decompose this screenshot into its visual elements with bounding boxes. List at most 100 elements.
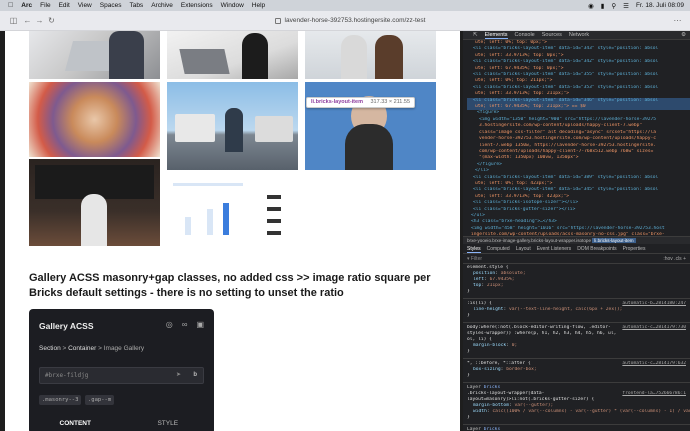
css-source-link[interactable]: automatic-b…2814180:247 (622, 301, 686, 307)
breadcrumb-path[interactable]: brxe-yooeio.brxe-image-gallery.bricks-la… (467, 238, 591, 243)
macos-menubar:  Arc File Edit View Spaces Tabs Archive… (0, 0, 690, 11)
css-rule-close[interactable]: } (467, 289, 690, 295)
devtools-tabs: ⇱ Elements Console Sources Network ⚙ (463, 31, 690, 40)
browser-toolbar: ◫ ← → ↻ lavender-horse-392753.hostingers… (0, 11, 690, 31)
search-icon[interactable]: ⚲ (611, 2, 616, 10)
css-rule-close[interactable]: } (467, 373, 690, 379)
control-center-icon[interactable]: ☰ (623, 2, 629, 10)
dom-line[interactable]: <li class="bricks-layout-item" data-id="… (467, 187, 690, 193)
dom-line[interactable]: <li class="bricks-layout-item" data-id="… (467, 46, 690, 52)
gallery-image-cafe-barista (29, 159, 160, 246)
class-chip-masonry: .masonry--3 (39, 395, 82, 405)
rule-separator (463, 358, 690, 359)
tab-network[interactable]: Network (569, 32, 589, 38)
menu-help[interactable]: Help (252, 2, 265, 9)
web-page: li.bricks-layout-item 317.33 × 211.55 Ga… (5, 31, 460, 431)
rule-separator (463, 322, 690, 323)
subtab-properties[interactable]: Properties (623, 246, 646, 252)
breadcrumb-container: Container (68, 345, 97, 352)
dom-tree[interactable]: ute; left: 0%; top: 0px;"> <li class="bri… (463, 40, 690, 236)
forward-icon[interactable]: → (34, 15, 45, 26)
styles-pane[interactable]: element.style {position: absolute; left: … (463, 265, 690, 431)
menu-file[interactable]: File (40, 2, 50, 9)
dom-line[interactable]: <li class="bricks-layout-item" data-id="… (467, 175, 690, 181)
link-icon: ∞ (181, 320, 188, 329)
tab-elements[interactable]: Elements (484, 32, 508, 39)
site-info-icon[interactable] (274, 17, 281, 24)
tab-console[interactable]: Console (515, 32, 535, 38)
menu-tabs[interactable]: Tabs (129, 2, 143, 9)
tab-content: CONTENT (29, 415, 122, 431)
styles-filter[interactable]: ▾ Filter :hov .cls + (463, 255, 690, 264)
menubar-status: ◉ ▮ ⚲ ☰ Fr. 18. Juli 08:09 (588, 2, 684, 10)
css-source-link[interactable]: frontend-la…752666786:1 (622, 391, 686, 397)
menu-spaces[interactable]: Spaces (100, 2, 122, 9)
bricks-breadcrumb: Section > Container > Image Gallery (39, 345, 145, 352)
menu-extensions[interactable]: Extensions (181, 2, 213, 9)
more-icon[interactable]: ⋯ (672, 15, 683, 26)
css-rule-close[interactable]: } (467, 415, 690, 421)
apple-icon[interactable]:  (8, 2, 13, 9)
menu-app-name[interactable]: Arc (21, 2, 32, 9)
battery-icon[interactable]: ▮ (601, 2, 605, 10)
devtools-panel: ⇱ Elements Console Sources Network ⚙ ute… (463, 31, 690, 431)
bricks-selector-field: #brxe-fildjg ➤ b (39, 367, 204, 384)
css-source-link[interactable]: automatic-c…2814179:632 (622, 361, 686, 367)
selector-field-value: #brxe-fildjg (45, 372, 89, 379)
subtab-layout[interactable]: Layout (516, 246, 531, 252)
gallery-image-trucks-driver (167, 82, 298, 170)
menu-window[interactable]: Window (221, 2, 244, 9)
page-heading: Gallery ACSS masonry+gap classes, no add… (29, 272, 431, 299)
css-layer-label[interactable]: Layer bricks (467, 427, 690, 431)
menu-archive[interactable]: Archive (151, 2, 173, 9)
bricks-panel-title: Gallery ACSS (39, 321, 94, 331)
gallery-image-two-men-smiling (305, 31, 436, 79)
class-chip-gap: .gap--m (85, 395, 115, 405)
dom-breadcrumb[interactable]: brxe-yooeio.brxe-image-gallery.bricks-la… (463, 236, 690, 244)
gallery-image-people-circle (29, 82, 160, 157)
tooltip-dimensions: 317.33 × 211.55 (370, 99, 411, 105)
rule-separator (463, 298, 690, 299)
reload-icon[interactable]: ↻ (46, 15, 57, 26)
menubar-clock[interactable]: Fr. 18. Juli 08:09 (636, 2, 684, 9)
menu-edit[interactable]: Edit (59, 2, 70, 9)
bricks-panel-tabs: CONTENT STYLE (29, 415, 214, 431)
sidebar-toggle-icon[interactable]: ◫ (8, 15, 19, 26)
filter-tools[interactable]: :hov .cls + (663, 256, 686, 262)
subtab-event-listeners[interactable]: Event Listeners (537, 246, 571, 252)
rule-separator (463, 382, 690, 383)
breadcrumb-section: Section (39, 345, 61, 352)
menu-view[interactable]: View (78, 2, 92, 9)
subtab-styles[interactable]: Styles (467, 246, 481, 253)
bricks-panel-screenshot: Gallery ACSS ◎ ∞ ▣ Section > Container >… (29, 309, 214, 431)
styles-subtabs: Styles Computed Layout Event Listeners D… (463, 245, 690, 254)
css-source-link[interactable]: automatic-c…2814179:730 (622, 325, 686, 331)
breadcrumb-current[interactable]: li.bricks-layout-item (592, 238, 636, 243)
address-bar[interactable]: lavender-horse-392753.hostingersite.com/… (230, 14, 470, 27)
subtab-computed[interactable]: Computed (487, 246, 510, 252)
url-text: lavender-horse-392753.hostingersite.com/… (284, 17, 426, 24)
wifi-icon[interactable]: ◉ (588, 2, 594, 10)
css-rule-close[interactable]: } (467, 313, 690, 319)
css-rule-close[interactable]: } (467, 349, 690, 355)
css-property[interactable]: width: calc((100% / var(--columns) - var… (467, 409, 690, 415)
gallery-image-laptop-hands (29, 31, 160, 79)
subtab-dom-breakpoints[interactable]: DOM Breakpoints (577, 246, 616, 252)
bold-icon: b (193, 372, 197, 378)
element-inspector-tooltip: li.bricks-layout-item 317.33 × 211.55 (306, 97, 416, 108)
inspect-icon[interactable]: ⇱ (473, 32, 478, 38)
dom-line[interactable]: <li class="bricks-layout-item" data-id="… (467, 59, 690, 65)
settings-icon[interactable]: ⚙ (681, 32, 686, 38)
gallery-image-dashboard-chart (167, 173, 298, 261)
tab-style: STYLE (157, 420, 179, 427)
cursor-icon: ➤ (175, 372, 181, 378)
gallery-image-woman-laptop (167, 31, 298, 79)
bricks-panel-icons: ◎ ∞ ▣ (166, 320, 204, 329)
gallery-image-woman-portrait-selected (305, 82, 436, 170)
rule-separator (463, 424, 690, 425)
tab-sources[interactable]: Sources (542, 32, 562, 38)
eye-icon: ◎ (165, 320, 173, 329)
back-icon[interactable]: ← (22, 15, 33, 26)
filter-input[interactable]: Filter (471, 256, 482, 262)
save-icon: ▣ (196, 320, 204, 329)
